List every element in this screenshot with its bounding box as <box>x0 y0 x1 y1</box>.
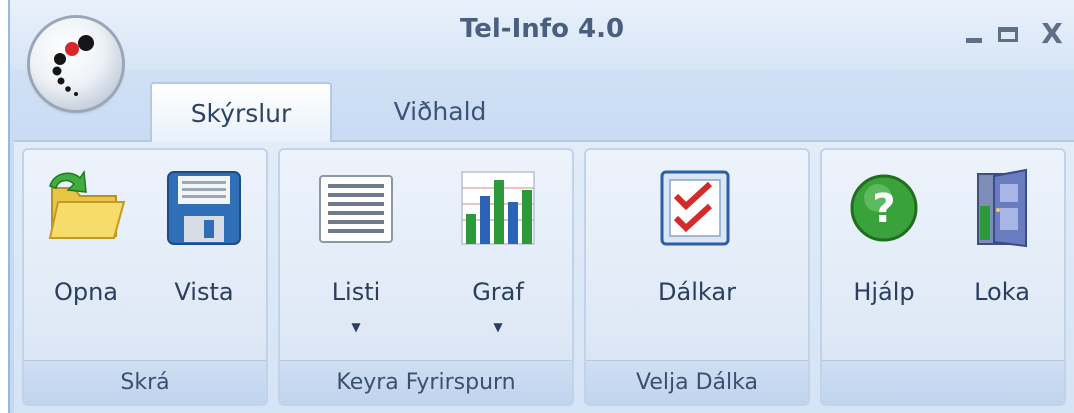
checklist-icon <box>660 170 730 246</box>
window-title: Tel-Info 4.0 <box>459 14 625 44</box>
close-app-button[interactable]: Loka <box>944 158 1060 342</box>
group-velja-dalka: Dálkar Velja Dálka <box>584 148 810 406</box>
ribbon: Opna Vista Skrá Listi ▼ Graf ▼ Keyra Fyr… <box>14 140 1074 413</box>
graph-dropdown-arrow-icon: ▼ <box>493 320 503 334</box>
group-label-skra: Skrá <box>24 360 266 404</box>
tab-skyrslur[interactable]: Skýrslur <box>150 82 332 142</box>
bar-chart-icon <box>461 171 535 245</box>
open-label: Opna <box>53 278 119 306</box>
close-button[interactable]: X <box>1032 14 1072 54</box>
app-menu-button[interactable] <box>30 18 122 110</box>
list-dropdown-arrow-icon: ▼ <box>351 320 361 334</box>
tab-vidhald[interactable]: Viðhald <box>355 82 525 142</box>
maximize-button[interactable] <box>992 14 1028 54</box>
folder-open-icon <box>48 169 126 239</box>
app-window: Tel-Info 4.0 X Skýrslur Viðhald Opna Vis… <box>8 0 1074 413</box>
help-icon: ? <box>850 174 918 242</box>
group-keyra-fyrirspurn: Listi ▼ Graf ▼ Keyra Fyrirspurn <box>278 148 574 406</box>
list-table-icon <box>319 175 393 243</box>
group-label-keyra-fyrirspurn: Keyra Fyrirspurn <box>280 360 572 404</box>
help-button[interactable]: ? Hjálp <box>826 158 942 342</box>
open-button[interactable]: Opna <box>28 158 144 342</box>
close-app-label: Loka <box>974 278 1030 306</box>
title-bar: Tel-Info 4.0 X <box>10 0 1074 70</box>
app-logo-icon <box>52 35 94 96</box>
save-button[interactable]: Vista <box>146 158 262 342</box>
exit-door-icon <box>977 168 1027 248</box>
help-label: Hjálp <box>853 278 915 306</box>
save-label: Vista <box>174 278 234 306</box>
group-skra: Opna Vista Skrá <box>22 148 268 406</box>
minimize-button[interactable] <box>960 14 990 54</box>
graph-label: Graf <box>472 278 524 306</box>
columns-button[interactable]: Dálkar <box>596 158 798 342</box>
columns-label: Dálkar <box>658 278 736 306</box>
group-label-velja-dalka: Velja Dálka <box>586 360 808 404</box>
maximize-icon <box>998 27 1018 42</box>
group-help-close: ? Hjálp Loka <box>820 148 1066 406</box>
list-label: Listi <box>331 278 381 306</box>
group-label-help-close <box>822 360 1064 404</box>
graph-button[interactable]: Graf ▼ <box>430 158 566 342</box>
svg-text:?: ? <box>872 186 895 232</box>
list-button[interactable]: Listi ▼ <box>288 158 424 342</box>
minimize-icon <box>966 38 982 43</box>
floppy-disk-icon <box>167 171 241 245</box>
